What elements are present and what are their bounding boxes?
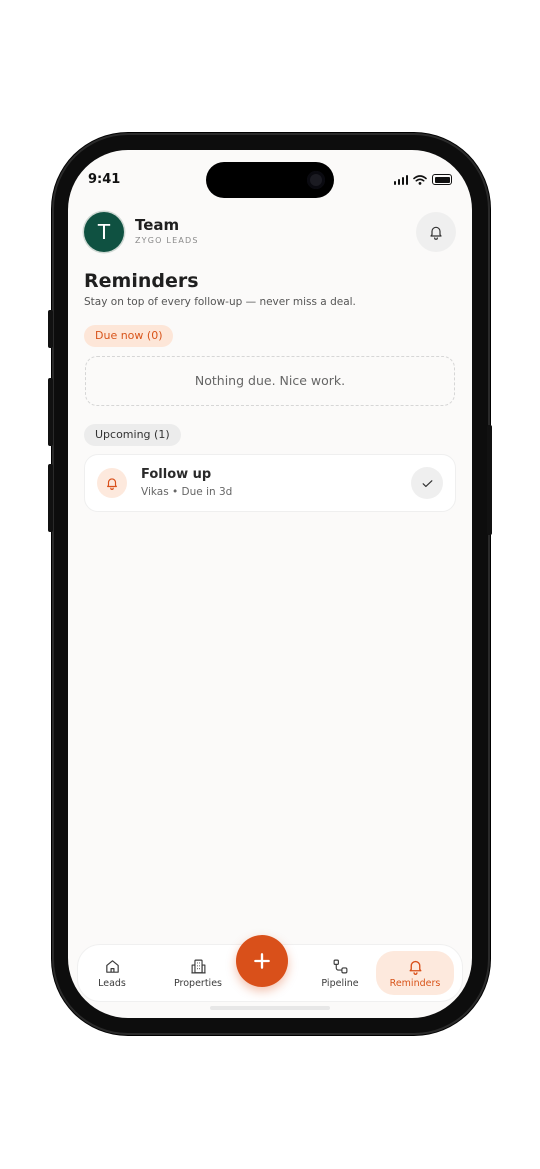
due-now-badge: Due now (0)	[84, 325, 174, 347]
mark-done-button[interactable]	[411, 467, 443, 499]
pipeline-icon	[333, 959, 347, 973]
check-icon	[422, 479, 432, 487]
nav-label-leads: Leads	[98, 977, 126, 989]
reminder-item[interactable]: Follow up Vikas • Due in 3d	[84, 454, 456, 512]
reminder-meta: Vikas • Due in 3d	[141, 486, 233, 498]
due-now-empty-state: Nothing due. Nice work.	[85, 356, 455, 406]
nav-item-pipeline[interactable]: Pipeline	[310, 945, 370, 1001]
reminder-title: Follow up	[141, 467, 212, 482]
team-subtitle: ZYGO LEADS	[135, 236, 199, 245]
side-button-power	[487, 425, 492, 535]
battery-icon	[432, 174, 452, 185]
bell-icon	[409, 960, 421, 975]
side-button-volume-down	[48, 464, 53, 532]
dynamic-island	[206, 162, 334, 198]
plus-icon	[254, 953, 270, 969]
signal-icon	[393, 174, 408, 185]
app-screen: 9:41 T Team ZYGO LEADS Reminders Stay on…	[68, 150, 472, 1018]
nav-label-properties: Properties	[173, 977, 222, 989]
notifications-button[interactable]	[416, 212, 456, 252]
bell-icon	[430, 226, 442, 240]
reminder-bell-icon-badge	[97, 468, 127, 498]
bell-icon	[107, 478, 117, 490]
page-subtitle: Stay on top of every follow-up — never m…	[84, 296, 356, 308]
avatar[interactable]: T	[84, 212, 124, 252]
home-indicator	[210, 1006, 330, 1010]
add-button[interactable]	[236, 935, 288, 987]
nav-item-reminders[interactable]: Reminders	[376, 951, 454, 995]
team-name: Team	[135, 216, 180, 234]
side-button-volume-up	[48, 378, 53, 446]
status-time: 9:41	[88, 172, 121, 187]
building-icon	[190, 959, 206, 973]
home-icon	[105, 959, 119, 973]
camera-icon	[307, 171, 325, 189]
status-icons	[393, 174, 452, 185]
upcoming-badge: Upcoming (1)	[84, 424, 181, 446]
wifi-icon	[413, 174, 427, 185]
page-title: Reminders	[84, 270, 199, 292]
nav-item-properties[interactable]: Properties	[158, 945, 238, 1001]
nav-label-reminders: Reminders	[389, 977, 441, 989]
nav-item-leads[interactable]: Leads	[90, 945, 134, 1001]
nav-label-pipeline: Pipeline	[321, 977, 359, 989]
side-button-silent	[48, 310, 53, 348]
